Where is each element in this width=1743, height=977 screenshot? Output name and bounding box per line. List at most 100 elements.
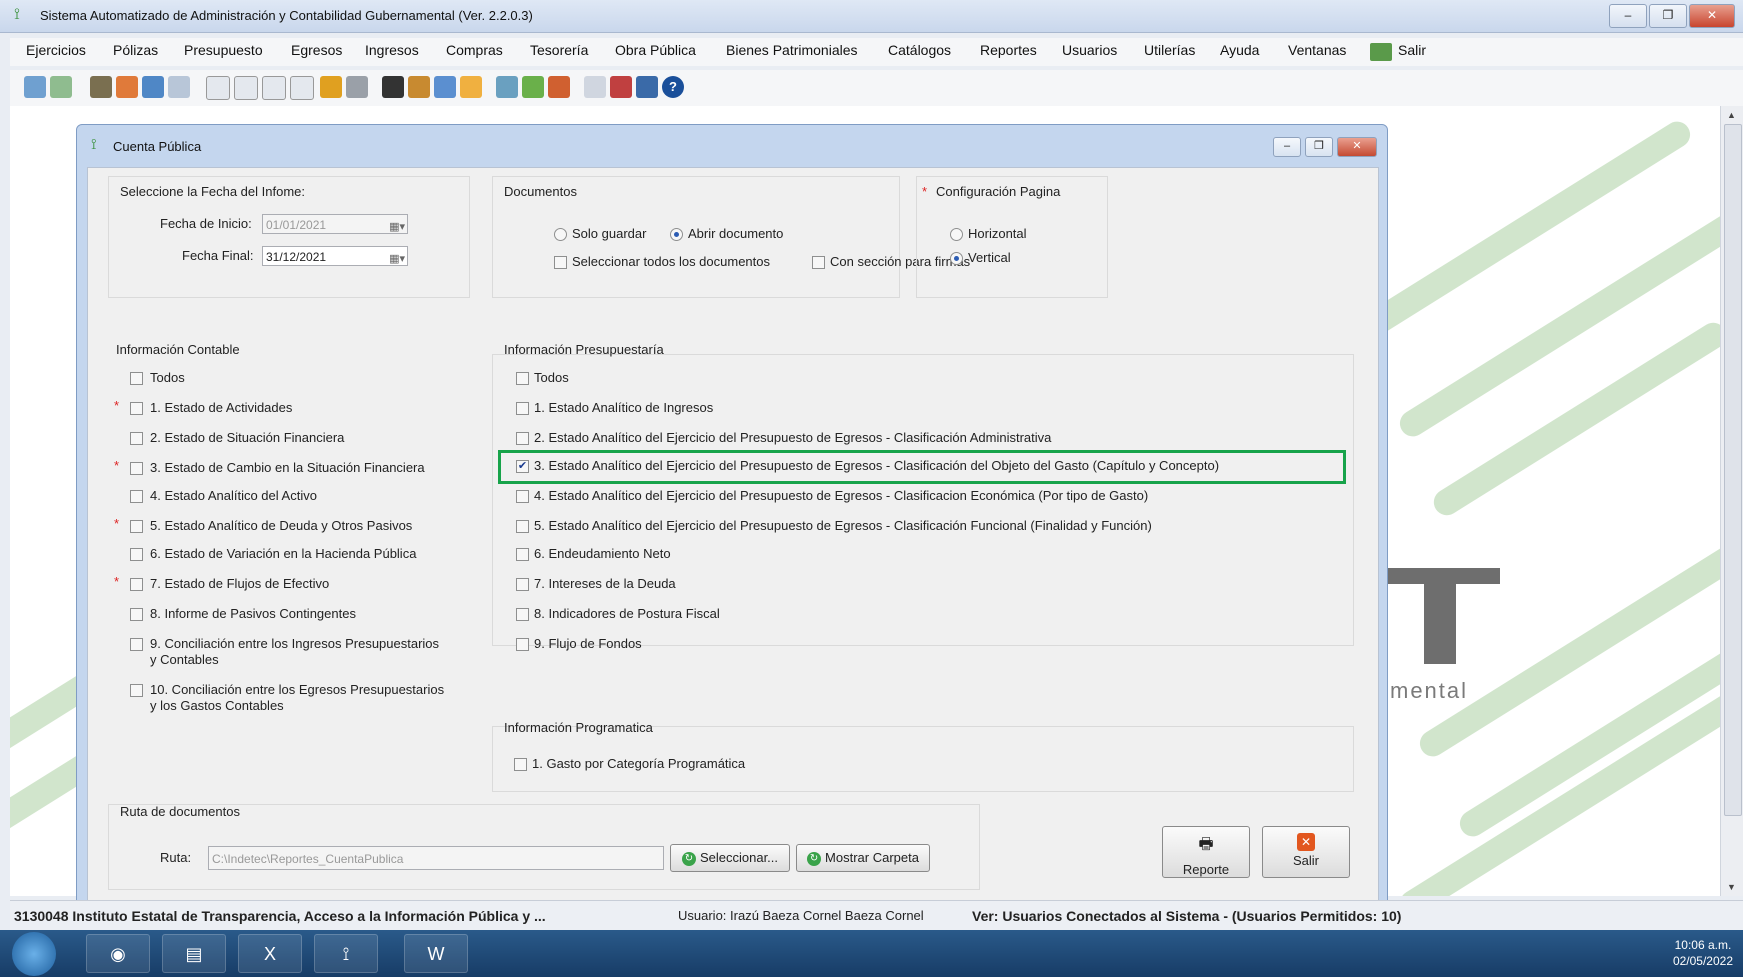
reporte-button[interactable]: 🖶 Reporte — [1162, 826, 1250, 878]
menu-reportes[interactable]: Reportes — [980, 42, 1037, 58]
presupuestaria-item-1-checkbox[interactable] — [516, 402, 529, 415]
solo-guardar-radio[interactable] — [554, 228, 567, 241]
presupuestaria-item-5-checkbox[interactable] — [516, 520, 529, 533]
seccion-firmas-checkbox[interactable] — [812, 256, 825, 269]
menu-catalogos[interactable]: Catálogos — [888, 42, 951, 58]
edit-icon[interactable] — [408, 76, 430, 98]
contable-todos-checkbox[interactable] — [130, 372, 143, 385]
scroll-down-icon[interactable]: ▼ — [1727, 882, 1736, 892]
document-icon[interactable] — [50, 76, 72, 98]
contable-item-6-checkbox[interactable] — [130, 548, 143, 561]
presupuestaria-item-9-checkbox[interactable] — [516, 638, 529, 651]
saacg-icon[interactable]: ⟟ — [314, 934, 378, 973]
report-e-icon[interactable] — [262, 76, 286, 100]
contable-item-5-checkbox[interactable] — [130, 520, 143, 533]
list-item: 6. Endeudamiento Neto — [534, 546, 671, 561]
contable-item-3-checkbox[interactable] — [130, 462, 143, 475]
close-button[interactable]: ✕ — [1689, 4, 1735, 28]
clock[interactable]: 10:06 a.m. 02/05/2022 — [1673, 937, 1733, 969]
presupuestaria-item-4-checkbox[interactable] — [516, 490, 529, 503]
menu-utilerias[interactable]: Utilerías — [1144, 42, 1195, 58]
vertical-radio[interactable] — [950, 252, 963, 265]
presupuestaria-item-6-checkbox[interactable] — [516, 548, 529, 561]
dialog-maximize-button[interactable]: ❐ — [1305, 137, 1333, 157]
ruta-input[interactable]: C:\Indetec\Reportes_CuentaPublica — [208, 846, 664, 870]
horizontal-radio[interactable] — [950, 228, 963, 241]
exit-icon[interactable] — [1370, 43, 1392, 61]
report-p-icon[interactable] — [234, 76, 258, 100]
salir-button[interactable]: ✕ Salir — [1262, 826, 1350, 878]
menu-bienes-patrimoniales[interactable]: Bienes Patrimoniales — [726, 42, 858, 58]
start-button[interactable] — [12, 932, 56, 976]
printer-icon: 🖶 — [1198, 836, 1214, 853]
menu-ingresos[interactable]: Ingresos — [365, 42, 419, 58]
minimize-button[interactable]: – — [1609, 4, 1647, 28]
transfer-icon[interactable] — [116, 76, 138, 98]
status-connected-users[interactable]: Ver: Usuarios Conectados al Sistema - (U… — [972, 908, 1401, 924]
report-c-icon[interactable] — [206, 76, 230, 100]
back-icon[interactable] — [24, 76, 46, 98]
tag-icon[interactable] — [548, 76, 570, 98]
chrome-icon[interactable]: ◉ — [86, 934, 150, 973]
calculator-icon[interactable] — [496, 76, 518, 98]
status-entity: 3130048 Instituto Estatal de Transparenc… — [14, 908, 546, 924]
presupuestaria-todos-checkbox[interactable] — [516, 372, 529, 385]
tree-icon[interactable] — [584, 76, 606, 98]
scroll-up-icon[interactable]: ▲ — [1727, 110, 1736, 120]
contable-item-7-checkbox[interactable] — [130, 578, 143, 591]
seleccionar-todos-checkbox[interactable] — [554, 256, 567, 269]
presupuestaria-item-7-checkbox[interactable] — [516, 578, 529, 591]
presupuestaria-item-2-checkbox[interactable] — [516, 432, 529, 445]
contable-item-9-checkbox[interactable] — [130, 638, 143, 651]
presupuestaria-item-3-checkbox[interactable]: ✔ — [516, 460, 529, 473]
fecha-final-label: Fecha Final: — [182, 248, 254, 263]
folder-icon[interactable] — [320, 76, 342, 98]
printer-icon[interactable] — [90, 76, 112, 98]
inbox-icon[interactable] — [142, 76, 164, 98]
dialog-close-button[interactable]: ✕ — [1337, 137, 1377, 157]
menu-ayuda[interactable]: Ayuda — [1220, 42, 1259, 58]
main-vertical-scrollbar[interactable]: ▲ ▼ — [1720, 106, 1743, 896]
menu-ejercicios[interactable]: Ejercicios — [26, 42, 86, 58]
mostrar-carpeta-button[interactable]: ↻ Mostrar Carpeta — [796, 844, 930, 872]
contable-item-2-checkbox[interactable] — [130, 432, 143, 445]
database-icon[interactable] — [382, 76, 404, 98]
maximize-button[interactable]: ❐ — [1649, 4, 1687, 28]
help-icon[interactable]: ? — [662, 76, 684, 98]
list-item: 8. Informe de Pasivos Contingentes — [150, 606, 356, 621]
contable-item-1-checkbox[interactable] — [130, 402, 143, 415]
programatica-item-1-checkbox[interactable] — [514, 758, 527, 771]
logo-letter-shape — [1382, 568, 1500, 664]
presupuestaria-item-8-checkbox[interactable] — [516, 608, 529, 621]
scroll-thumb[interactable] — [1724, 124, 1742, 816]
users-icon[interactable] — [434, 76, 456, 98]
dialog-minimize-button[interactable]: – — [1273, 137, 1301, 157]
report-f-icon[interactable] — [290, 76, 314, 100]
list-item: 7. Intereses de la Deuda — [534, 576, 676, 591]
menu-ventanas[interactable]: Ventanas — [1288, 42, 1346, 58]
excel-icon[interactable]: X — [238, 934, 302, 973]
explorer-icon[interactable]: ▤ — [162, 934, 226, 973]
menu-salir[interactable]: Salir — [1398, 42, 1426, 58]
word-icon[interactable]: W — [404, 934, 468, 973]
key-icon[interactable] — [610, 76, 632, 98]
menu-polizas[interactable]: Pólizas — [113, 42, 158, 58]
menu-tesoreria[interactable]: Tesorería — [530, 42, 588, 58]
contable-item-8-checkbox[interactable] — [130, 608, 143, 621]
calendar-icon[interactable]: ▦▾ — [389, 249, 405, 269]
fecha-final-field[interactable]: 31/12/2021 ▦▾ — [262, 246, 408, 266]
chart-icon[interactable] — [522, 76, 544, 98]
menu-obra-publica[interactable]: Obra Pública — [615, 42, 696, 58]
save-icon[interactable] — [636, 76, 658, 98]
menu-usuarios[interactable]: Usuarios — [1062, 42, 1117, 58]
tools-icon[interactable] — [346, 76, 368, 98]
abrir-documento-radio[interactable] — [670, 228, 683, 241]
seleccionar-button[interactable]: ↻ Seleccionar... — [670, 844, 790, 872]
grid-icon[interactable] — [168, 76, 190, 98]
menu-egresos[interactable]: Egresos — [291, 42, 342, 58]
menu-compras[interactable]: Compras — [446, 42, 503, 58]
box-icon[interactable] — [460, 76, 482, 98]
menu-presupuesto[interactable]: Presupuesto — [184, 42, 263, 58]
contable-item-10-checkbox[interactable] — [130, 684, 143, 697]
contable-item-4-checkbox[interactable] — [130, 490, 143, 503]
